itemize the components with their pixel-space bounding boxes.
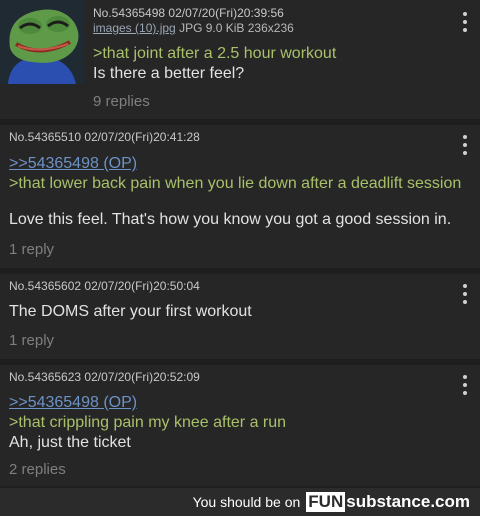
more-vert-icon[interactable] [460, 375, 470, 395]
greentext-line: >that lower back pain when you lie down … [9, 175, 462, 192]
reply-post: No.54365510 02/07/20(Fri)20:41:28 >>5436… [0, 125, 480, 268]
quote-link[interactable]: >>54365498 (OP) [9, 154, 461, 174]
reply-count[interactable]: 1 reply [9, 332, 54, 349]
reply-count[interactable]: 2 replies [9, 461, 66, 478]
op-post: No.54365498 02/07/20(Fri)20:39:56 images… [0, 0, 480, 119]
post-text: The DOMS after your first workout [9, 303, 252, 320]
reply-count[interactable]: 9 replies [93, 93, 150, 110]
post-thumbnail-image[interactable] [0, 0, 84, 84]
reply-post: No.54365623 02/07/20(Fri)20:52:09 >>5436… [0, 365, 480, 486]
reply-count[interactable]: 1 reply [9, 241, 54, 258]
watermark-brand-rest: substance.com [346, 492, 470, 511]
more-vert-icon[interactable] [460, 135, 470, 155]
post-text: Love this feel. That's how you know you … [9, 211, 452, 228]
post-meta: No.54365602 02/07/20(Fri)20:50:04 [9, 279, 200, 293]
file-info: JPG 9.0 KiB 236x236 [179, 21, 294, 35]
file-name-link[interactable]: images (10).jpg [93, 21, 176, 35]
greentext-line: >that crippling pain my knee after a run [9, 414, 287, 431]
post-meta: No.54365498 02/07/20(Fri)20:39:56 [93, 6, 284, 20]
more-vert-icon[interactable] [460, 284, 470, 304]
watermark-logo: FUN substance.com [306, 492, 470, 512]
file-info-line: images (10).jpg JPG 9.0 KiB 236x236 [93, 21, 294, 35]
post-text: Is there a better feel? [93, 65, 245, 82]
watermark-brand-fun: FUN [306, 492, 346, 512]
post-meta: No.54365623 02/07/20(Fri)20:52:09 [9, 370, 200, 384]
watermark-footer: You should be on FUN substance.com [0, 488, 480, 516]
more-vert-icon[interactable] [460, 12, 470, 32]
post-text: Ah, just the ticket [9, 434, 131, 451]
post-meta: No.54365510 02/07/20(Fri)20:41:28 [9, 130, 200, 144]
greentext-line: >that joint after a 2.5 hour workout [93, 45, 337, 62]
frog-thumbnail [0, 0, 84, 84]
reply-post: No.54365602 02/07/20(Fri)20:50:04 The DO… [0, 274, 480, 359]
quote-link[interactable]: >>54365498 (OP) [9, 393, 286, 413]
watermark-prefix: You should be on [192, 494, 301, 510]
